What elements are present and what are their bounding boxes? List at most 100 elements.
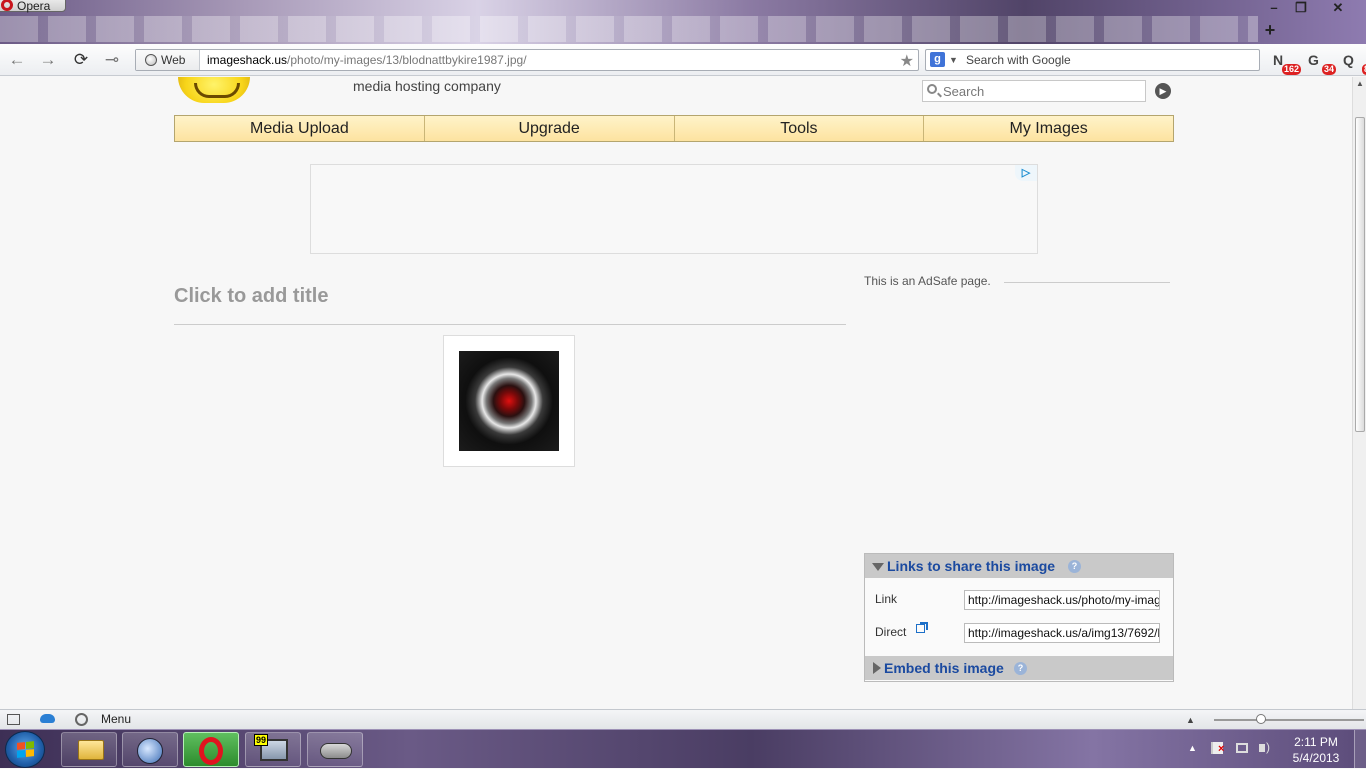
volume-icon[interactable] <box>1259 740 1270 754</box>
link-label: Link <box>875 592 898 606</box>
open-external-icon[interactable] <box>916 622 928 633</box>
tab-strip <box>0 16 1258 42</box>
zoom-slider-knob[interactable] <box>1256 714 1266 724</box>
system-clock[interactable]: 2:11 PM 5/4/2013 <box>1284 734 1348 766</box>
extension-n-badge: 162 <box>1281 64 1301 75</box>
statusbar-menu[interactable]: Menu <box>101 712 131 726</box>
globe-icon <box>145 54 157 66</box>
clock-date: 5/4/2013 <box>1292 751 1340 765</box>
extension-n-button[interactable]: N 162 <box>1273 52 1301 75</box>
back-button[interactable]: ← <box>6 50 28 70</box>
image-thumbnail[interactable] <box>459 351 559 451</box>
magnifier-icon <box>927 84 937 94</box>
share-links-header[interactable]: Links to share this image ? <box>865 554 1173 578</box>
main-nav: Media Upload Upgrade Tools My Images <box>174 115 1174 142</box>
reload-button[interactable]: ⟳ <box>70 50 92 70</box>
extension-q-icon: Q <box>1343 52 1354 68</box>
taskbar-opera[interactable] <box>183 732 239 767</box>
extension-g-button[interactable]: G 34 <box>1308 52 1336 75</box>
password-key-button[interactable]: ⊸ <box>101 50 123 70</box>
url-path: /photo/my-images/13/blodnattbykire1987.j… <box>287 53 527 67</box>
taskbar-game-app[interactable] <box>307 732 363 767</box>
minimize-button[interactable]: – <box>1259 0 1289 17</box>
expand-triangle-icon <box>873 662 881 674</box>
opera-menu-label: Opera <box>17 0 51 13</box>
extension-g-badge: 34 <box>1321 64 1336 75</box>
extension-q-button[interactable]: Q 8 <box>1343 52 1366 75</box>
forward-button[interactable]: → <box>37 50 59 70</box>
bookmark-star-icon[interactable]: ★ <box>900 51 914 71</box>
divider <box>174 324 846 325</box>
windows-taskbar: 99 ▲ 2:11 PM 5/4/2013 <box>0 729 1366 769</box>
embed-title: Embed this image <box>884 660 1004 676</box>
new-tab-button[interactable]: + <box>1258 20 1282 42</box>
opera-logo-icon <box>1 0 13 11</box>
arrow-up-icon[interactable]: ▲ <box>1186 715 1195 725</box>
opera-menu-button[interactable]: Opera <box>0 0 66 13</box>
taskbar-explorer[interactable] <box>61 732 117 767</box>
direct-field[interactable]: http://imageshack.us/a/img13/7692/blodna… <box>964 623 1160 643</box>
share-links-title: Links to share this image <box>887 558 1056 574</box>
show-desktop-button[interactable] <box>1354 730 1366 769</box>
ad-banner[interactable]: ▷ <box>310 164 1038 254</box>
divider <box>1004 282 1170 283</box>
site-logo[interactable] <box>178 77 250 103</box>
search-engine-dropdown-icon[interactable]: ▼ <box>949 50 958 70</box>
page-scrollbar[interactable]: ▲ <box>1352 77 1366 709</box>
sync-cloud-icon[interactable] <box>40 714 55 723</box>
scroll-up-arrow-icon[interactable]: ▲ <box>1355 79 1365 88</box>
action-center-flag-icon[interactable] <box>1211 742 1224 754</box>
extension-g-icon: G <box>1308 52 1319 68</box>
zoom-slider[interactable] <box>1214 714 1364 724</box>
tray-expand-icon[interactable]: ▲ <box>1188 743 1197 753</box>
extension-n-icon: N <box>1273 52 1284 68</box>
folder-icon <box>78 740 104 760</box>
restore-button[interactable]: ❐ <box>1286 0 1316 17</box>
help-icon[interactable]: ? <box>1068 560 1081 573</box>
taskbar-thunderbird[interactable] <box>122 732 178 767</box>
browser-statusbar: Menu ▲ <box>0 709 1366 729</box>
browser-toolbar: ← → ⟳ ⊸ Web imageshack.us/photo/my-image… <box>0 44 1366 76</box>
nav-tools[interactable]: Tools <box>675 116 925 141</box>
nav-media-upload[interactable]: Media Upload <box>175 116 425 141</box>
site-info-label: Web <box>161 53 186 67</box>
extension-q-badge: 8 <box>1361 64 1366 75</box>
adchoices-icon[interactable]: ▷ <box>1015 165 1037 181</box>
image-title-placeholder[interactable]: Click to add title <box>174 285 328 308</box>
browser-titlebar: Opera – ❐ ✕ + <box>0 0 1366 44</box>
collapse-triangle-icon <box>872 563 884 571</box>
site-search-go-button[interactable]: ▶ <box>1155 83 1171 99</box>
link-field[interactable]: http://imageshack.us/photo/my-images/13/… <box>964 590 1160 610</box>
nav-my-images[interactable]: My Images <box>924 116 1173 141</box>
help-icon[interactable]: ? <box>1014 662 1027 675</box>
address-bar[interactable]: Web imageshack.us/photo/my-images/13/blo… <box>135 49 919 71</box>
scroll-thumb[interactable] <box>1355 117 1365 432</box>
image-thumbnail-frame[interactable] <box>443 335 575 467</box>
network-icon[interactable] <box>1236 743 1248 753</box>
url-text[interactable]: imageshack.us/photo/my-images/13/blodnat… <box>207 50 527 70</box>
direct-label: Direct <box>875 625 907 639</box>
opera-icon <box>199 737 223 765</box>
adsafe-note: This is an AdSafe page. <box>864 274 991 288</box>
site-search-input[interactable]: Search <box>922 80 1146 102</box>
panel-toggle-icon[interactable] <box>7 714 20 725</box>
thunderbird-icon <box>137 738 163 764</box>
site-tagline: media hosting company <box>353 78 501 94</box>
clock-time: 2:11 PM <box>1294 735 1338 749</box>
browser-search-field[interactable]: g ▼ Search with Google <box>925 49 1260 71</box>
embed-header[interactable]: Embed this image ? <box>865 656 1173 680</box>
nav-upgrade[interactable]: Upgrade <box>425 116 675 141</box>
url-host: imageshack.us <box>207 53 288 67</box>
turbo-icon[interactable] <box>75 713 88 726</box>
close-button[interactable]: ✕ <box>1323 0 1353 17</box>
share-links-panel: Links to share this image ? Link http://… <box>864 553 1174 682</box>
site-info-badge[interactable]: Web <box>136 50 200 70</box>
start-button[interactable] <box>5 731 45 768</box>
logo-mark <box>178 77 250 103</box>
taskbar-monitor-app[interactable]: 99 <box>245 732 301 767</box>
gamepad-icon <box>320 743 352 759</box>
search-placeholder: Search with Google <box>966 53 1071 67</box>
page-viewport: media hosting company Search ▶ Media Upl… <box>0 77 1352 709</box>
google-icon[interactable]: g <box>930 52 945 67</box>
site-search-placeholder: Search <box>943 84 985 99</box>
